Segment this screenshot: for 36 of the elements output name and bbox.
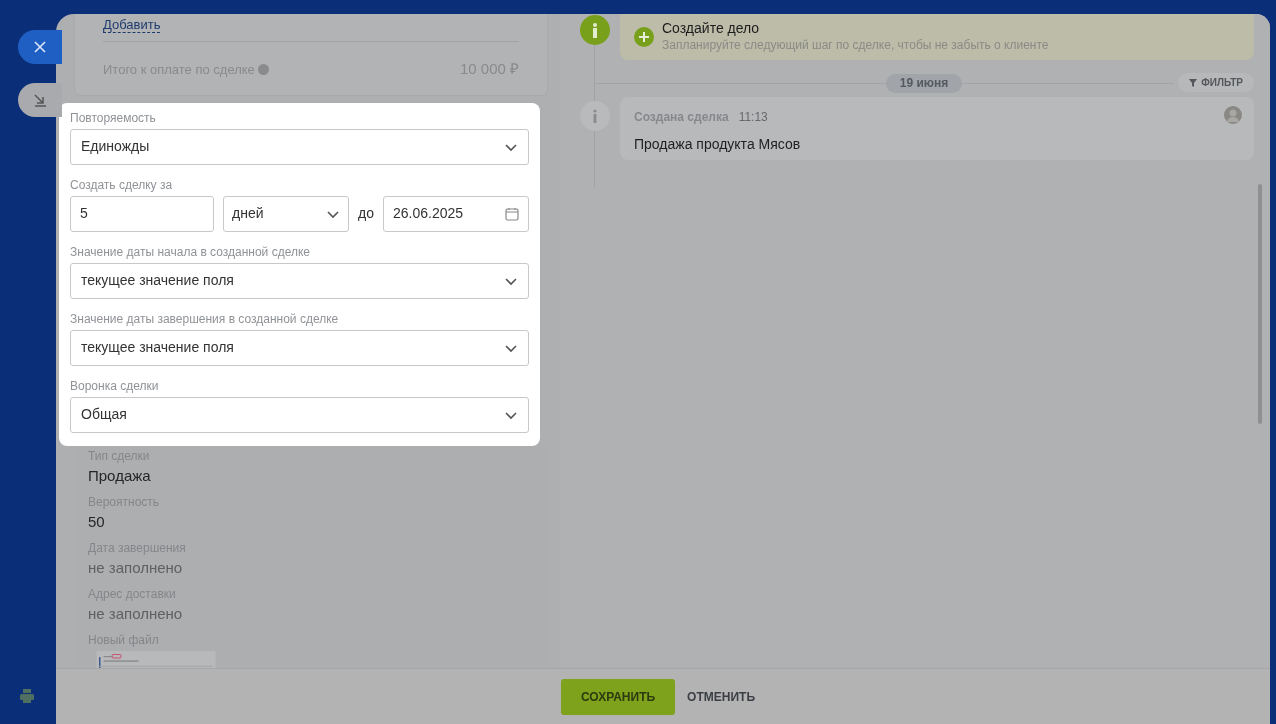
field-label: Повторяемость bbox=[70, 110, 157, 125]
field-value: Продажа bbox=[88, 465, 152, 486]
printer-icon bbox=[19, 688, 35, 704]
field-value: не заполнено bbox=[88, 557, 184, 578]
event-text: Продажа продукта Мясов bbox=[634, 135, 802, 154]
close-icon bbox=[34, 41, 46, 53]
field-value: не заполнено bbox=[88, 603, 184, 624]
info-icon bbox=[592, 22, 598, 38]
save-button[interactable]: СОХРАНИТЬ bbox=[561, 678, 676, 715]
number-field[interactable]: 5 bbox=[70, 195, 214, 232]
field-label: Воронка сделки bbox=[70, 378, 160, 393]
add-link[interactable]: Добавить bbox=[103, 17, 161, 33]
field-label: Создать сделку за bbox=[70, 177, 174, 192]
collapse-button[interactable] bbox=[18, 83, 62, 117]
calendar-icon bbox=[505, 206, 519, 221]
select-field[interactable]: Общая bbox=[70, 396, 529, 433]
event-time: 11:13 bbox=[738, 109, 768, 126]
field-label: Значение даты начала в созданной сделке bbox=[70, 244, 311, 259]
collapse-icon bbox=[33, 93, 47, 107]
filter-icon bbox=[1189, 78, 1198, 87]
todo-title: Создайте дело bbox=[662, 20, 761, 37]
select-field[interactable]: Единожды bbox=[70, 128, 529, 165]
info-icon bbox=[592, 109, 598, 123]
close-button[interactable] bbox=[18, 30, 62, 64]
select-field[interactable]: дней bbox=[223, 195, 349, 232]
cancel-button[interactable]: ОТМЕНИТЬ bbox=[687, 678, 755, 715]
field-value: 50 bbox=[88, 511, 106, 532]
filter-button[interactable]: ФИЛЬТР bbox=[1178, 73, 1254, 92]
date-badge: 19 июня bbox=[885, 73, 963, 93]
date-field[interactable]: 26.06.2025 bbox=[382, 195, 529, 232]
field-label: Значение даты завершения в созданной сделке bbox=[70, 311, 340, 326]
select-field[interactable]: текущее значение поля bbox=[70, 329, 529, 366]
select-field[interactable]: текущее значение поля bbox=[70, 262, 529, 299]
plus-icon bbox=[634, 26, 654, 47]
separator-text: до bbox=[358, 204, 374, 223]
avatar-icon bbox=[1224, 106, 1242, 124]
